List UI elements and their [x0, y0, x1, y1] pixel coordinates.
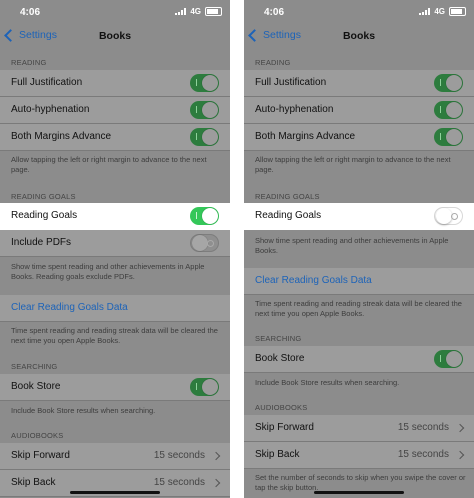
home-indicator: [70, 491, 160, 494]
screenshot-left: 4:06 4G Settings Books READING Full Just…: [0, 0, 230, 498]
row-label: Include PDFs: [11, 237, 72, 248]
row-label: Skip Forward: [255, 422, 314, 433]
network-type: 4G: [190, 7, 201, 16]
home-indicator: [314, 491, 404, 494]
row-label: Skip Back: [11, 477, 56, 488]
chevron-right-icon: [211, 478, 221, 488]
chevron-right-icon: [211, 451, 221, 461]
status-bar: 4:06 4G: [244, 0, 474, 24]
book-store-footer: Include Book Store results when searchin…: [255, 378, 400, 387]
status-time: 4:06: [264, 7, 285, 18]
screenshot-right: 4:06 4G Settings Books READING Full Just…: [244, 0, 474, 498]
margins-footer: Allow tapping the left or right margin t…: [255, 155, 451, 174]
full-justification-toggle[interactable]: [434, 74, 463, 92]
auto-hyphenation-toggle[interactable]: [434, 101, 463, 119]
full-justification-toggle[interactable]: [190, 74, 219, 92]
row-label: Reading Goals: [11, 210, 78, 221]
section-header-searching: SEARCHING: [255, 334, 302, 343]
row-skip-forward[interactable]: Skip Forward 15 seconds: [0, 443, 230, 470]
auto-hyphenation-toggle[interactable]: [190, 101, 219, 119]
row-both-margins-advance: Both Margins Advance: [0, 124, 230, 151]
reading-goals-footer: Show time spent reading and other achiev…: [11, 262, 205, 281]
section-header-reading-goals: READING GOALS: [255, 192, 320, 201]
row-label: Skip Back: [255, 449, 300, 460]
section-header-audiobooks: AUDIOBOOKS: [11, 431, 64, 440]
section-header-searching: SEARCHING: [11, 362, 58, 371]
row-full-justification: Full Justification: [244, 70, 474, 97]
row-label: Full Justification: [11, 77, 83, 88]
include-pdfs-toggle[interactable]: [190, 234, 219, 252]
row-label: Book Store: [11, 381, 61, 392]
section-header-reading: READING: [11, 58, 47, 67]
clear-goals-footer: Time spent reading and reading streak da…: [255, 299, 462, 318]
section-header-audiobooks: AUDIOBOOKS: [255, 403, 308, 412]
row-book-store: Book Store: [0, 374, 230, 401]
skip-footer: Set the number of seconds to skip when y…: [255, 473, 466, 492]
network-type: 4G: [434, 7, 445, 16]
navigation-bar: Settings Books: [0, 26, 230, 48]
status-time: 4:06: [20, 7, 41, 18]
both-margins-toggle[interactable]: [190, 128, 219, 146]
page-title: Books: [98, 30, 132, 42]
reading-goals-toggle[interactable]: [190, 207, 219, 225]
margins-footer: Allow tapping the left or right margin t…: [11, 155, 207, 174]
battery-icon: [449, 7, 466, 16]
clear-reading-goals-link[interactable]: Clear Reading Goals Data: [255, 275, 372, 286]
row-clear-reading-goals[interactable]: Clear Reading Goals Data: [0, 295, 230, 322]
row-clear-reading-goals[interactable]: Clear Reading Goals Data: [244, 268, 474, 295]
skip-back-value: 15 seconds: [397, 449, 449, 460]
skip-forward-value: 15 seconds: [397, 422, 449, 433]
book-store-footer: Include Book Store results when searchin…: [11, 406, 156, 415]
row-skip-back[interactable]: Skip Back 15 seconds: [244, 442, 474, 469]
clear-goals-footer: Time spent reading and reading streak da…: [11, 326, 218, 345]
row-auto-hyphenation: Auto-hyphenation: [0, 97, 230, 124]
row-reading-goals: Reading Goals: [0, 203, 230, 230]
section-header-reading: READING: [255, 58, 291, 67]
row-full-justification: Full Justification: [0, 70, 230, 97]
row-label: Both Margins Advance: [255, 131, 356, 142]
row-reading-goals: Reading Goals: [244, 203, 474, 230]
row-book-store: Book Store: [244, 346, 474, 373]
battery-icon: [205, 7, 222, 16]
row-auto-hyphenation: Auto-hyphenation: [244, 97, 474, 124]
book-store-toggle[interactable]: [434, 350, 463, 368]
both-margins-toggle[interactable]: [434, 128, 463, 146]
row-label: Full Justification: [255, 77, 327, 88]
navigation-bar: Settings Books: [244, 26, 474, 48]
status-bar: 4:06 4G: [0, 0, 230, 24]
cellular-signal-icon: [175, 8, 187, 15]
page-title: Books: [342, 30, 376, 42]
clear-reading-goals-link[interactable]: Clear Reading Goals Data: [11, 302, 128, 313]
chevron-right-icon: [455, 423, 465, 433]
row-skip-forward[interactable]: Skip Forward 15 seconds: [244, 415, 474, 442]
row-label: Auto-hyphenation: [11, 104, 90, 115]
row-include-pdfs: Include PDFs: [0, 230, 230, 257]
row-label: Auto-hyphenation: [255, 104, 334, 115]
section-header-reading-goals: READING GOALS: [11, 192, 76, 201]
row-label: Reading Goals: [255, 210, 322, 221]
cellular-signal-icon: [419, 8, 431, 15]
row-label: Both Margins Advance: [11, 131, 112, 142]
chevron-right-icon: [455, 450, 465, 460]
reading-goals-footer: Show time spent reading and other achiev…: [255, 236, 449, 255]
row-both-margins-advance: Both Margins Advance: [244, 124, 474, 151]
skip-back-value: 15 seconds: [153, 477, 205, 488]
skip-forward-value: 15 seconds: [153, 450, 205, 461]
reading-goals-toggle[interactable]: [434, 207, 463, 225]
book-store-toggle[interactable]: [190, 378, 219, 396]
row-label: Skip Forward: [11, 450, 70, 461]
row-label: Book Store: [255, 353, 305, 364]
